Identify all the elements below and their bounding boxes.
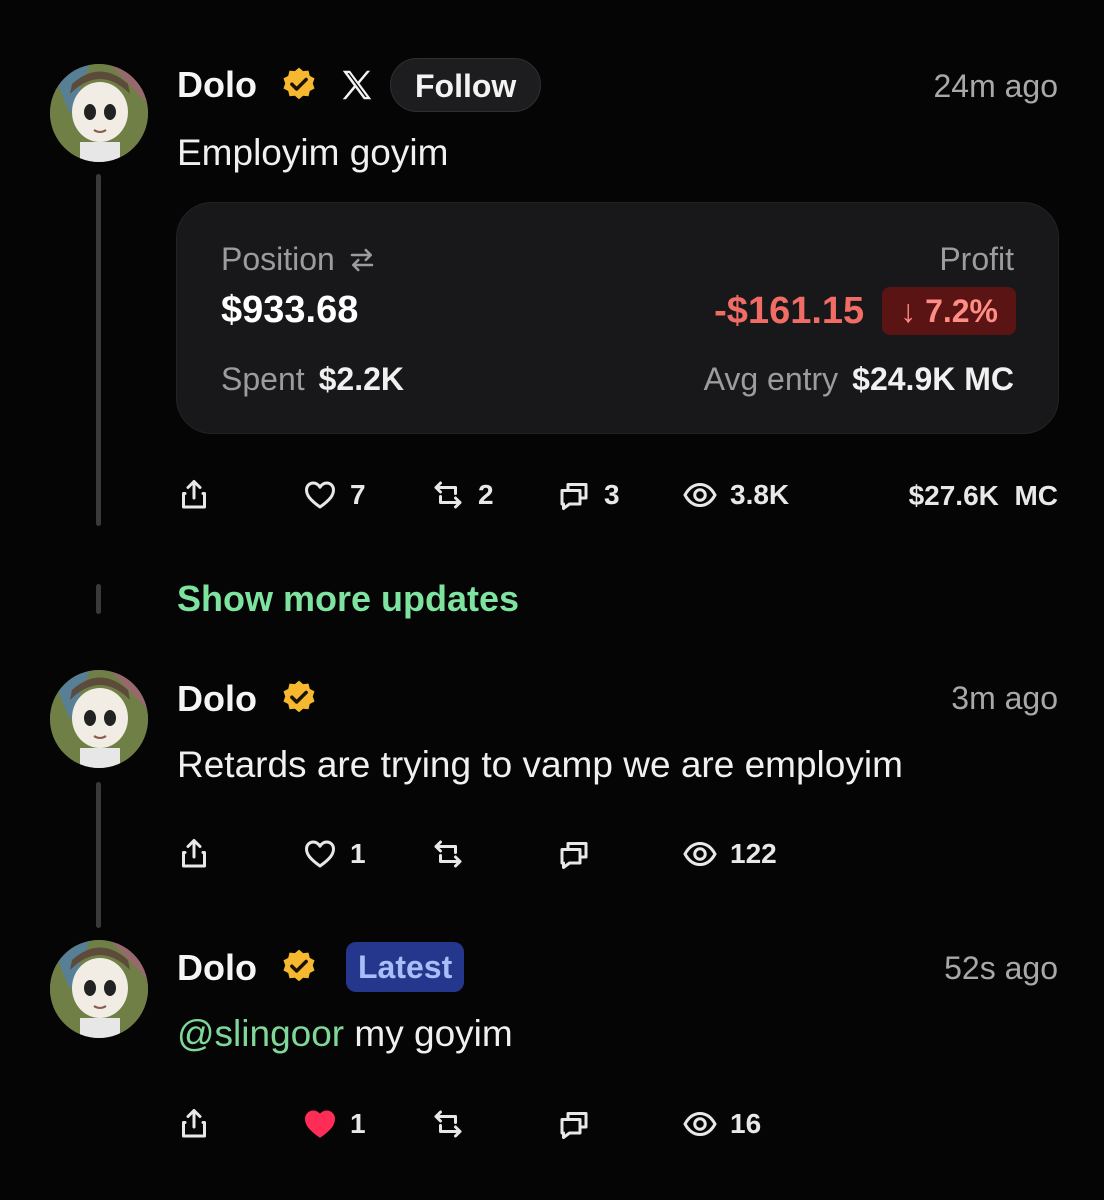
share-button[interactable] bbox=[176, 1106, 212, 1142]
avatar[interactable] bbox=[50, 940, 148, 1038]
avg-entry-row: Avg entry $24.9K MC bbox=[704, 361, 1014, 398]
author-name[interactable]: Dolo bbox=[177, 947, 257, 989]
repost-button[interactable] bbox=[430, 836, 466, 872]
market-cap: $27.6K MC bbox=[908, 480, 1058, 511]
comment-button[interactable]: 3 bbox=[556, 477, 620, 513]
view-count: 16 bbox=[730, 1108, 762, 1139]
heart-filled-icon bbox=[305, 1110, 335, 1138]
position-value: $933.68 bbox=[221, 289, 359, 331]
avg-entry-value: $24.9K MC bbox=[852, 361, 1014, 397]
views-stat: 16 bbox=[682, 1106, 761, 1142]
avatar[interactable] bbox=[50, 64, 148, 162]
thread-line bbox=[96, 174, 101, 526]
view-count: 3.8K bbox=[730, 479, 790, 510]
x-logo-icon[interactable] bbox=[338, 66, 376, 104]
avg-entry-label: Avg entry bbox=[703, 361, 839, 397]
comment-count: 3 bbox=[604, 479, 620, 510]
like-button[interactable]: 1 bbox=[302, 836, 366, 872]
post-time: 24m ago bbox=[933, 68, 1058, 104]
share-icon bbox=[182, 480, 206, 509]
comment-button[interactable] bbox=[556, 1106, 592, 1142]
share-icon bbox=[182, 839, 206, 868]
comment-icon bbox=[560, 1112, 588, 1139]
position-label: Position bbox=[221, 241, 335, 277]
views-stat: 3.8K bbox=[682, 477, 789, 513]
repost-icon bbox=[434, 840, 462, 868]
profit-percent-badge: ↓ 7.2% bbox=[882, 287, 1016, 335]
repost-button[interactable] bbox=[430, 1106, 466, 1142]
views-stat: 122 bbox=[682, 836, 777, 872]
comment-button[interactable] bbox=[556, 836, 592, 872]
repost-count: 2 bbox=[478, 479, 494, 510]
profit-label: Profit bbox=[939, 241, 1014, 277]
like-count: 1 bbox=[350, 1108, 366, 1139]
post-text: my goyim bbox=[344, 1013, 513, 1054]
eye-icon bbox=[683, 482, 717, 508]
repost-button[interactable]: 2 bbox=[430, 477, 494, 513]
like-button[interactable]: 7 bbox=[302, 477, 366, 513]
spent-label: Spent bbox=[221, 361, 305, 397]
like-button[interactable]: 1 bbox=[302, 1106, 366, 1142]
latest-badge: Latest bbox=[346, 942, 465, 992]
repost-icon bbox=[434, 481, 462, 509]
profit-row: -$161.15 ↓ 7.2% bbox=[714, 287, 1016, 335]
heart-icon bbox=[305, 840, 335, 868]
mention-link[interactable]: @slingoor bbox=[177, 1013, 344, 1054]
post-text: Retards are trying to vamp we are employ… bbox=[177, 744, 903, 785]
like-count: 7 bbox=[350, 479, 366, 510]
position-card[interactable]: Position $933.68 Profit -$161.15 ↓ 7.2% … bbox=[176, 202, 1059, 434]
position-label-row: Position bbox=[221, 241, 377, 278]
share-button[interactable] bbox=[176, 477, 212, 513]
post-time: 3m ago bbox=[951, 680, 1058, 716]
verified-badge-icon bbox=[283, 949, 315, 982]
verified-badge-icon bbox=[283, 67, 315, 100]
post-text: Employim goyim bbox=[177, 132, 449, 173]
verified-badge-icon bbox=[283, 680, 315, 713]
author-name[interactable]: Dolo bbox=[177, 678, 257, 720]
post-text-row: @slingoor my goyim bbox=[177, 1013, 513, 1055]
eye-icon bbox=[683, 1111, 717, 1137]
show-more-updates-link[interactable]: Show more updates bbox=[177, 578, 519, 620]
like-count: 1 bbox=[350, 838, 366, 869]
eye-icon bbox=[683, 841, 717, 867]
share-button[interactable] bbox=[176, 836, 212, 872]
post-time: 52s ago bbox=[944, 950, 1058, 986]
view-count: 122 bbox=[730, 838, 777, 869]
profit-value: -$161.15 bbox=[714, 289, 865, 332]
thread-line bbox=[96, 782, 101, 928]
heart-icon bbox=[305, 481, 335, 509]
repost-icon bbox=[434, 1110, 462, 1138]
comment-icon bbox=[560, 842, 588, 869]
follow-button[interactable]: Follow bbox=[390, 58, 542, 112]
share-icon bbox=[182, 1109, 206, 1138]
comment-icon bbox=[560, 483, 588, 510]
thread-line bbox=[96, 584, 101, 614]
spent-row: Spent $2.2K bbox=[221, 361, 404, 398]
swap-icon[interactable] bbox=[347, 245, 377, 275]
author-name[interactable]: Dolo bbox=[177, 64, 257, 106]
avatar[interactable] bbox=[50, 670, 148, 768]
spent-value: $2.2K bbox=[318, 361, 405, 397]
